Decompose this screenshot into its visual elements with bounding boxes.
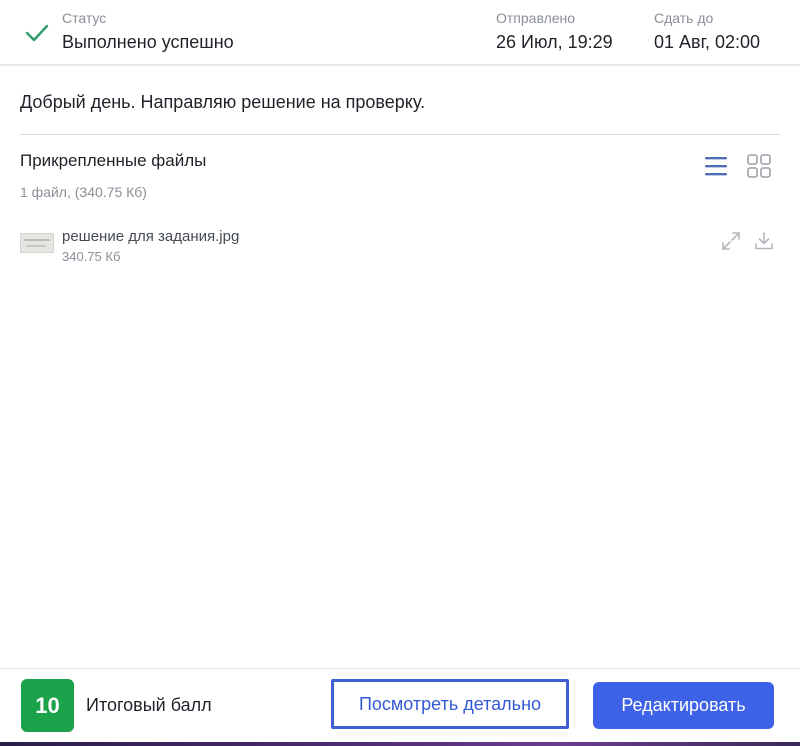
score-label: Итоговый балл [86,695,212,715]
status-block: Статус Выполнено успешно [62,9,234,55]
attachments-title: Прикрепленные файлы [20,151,207,170]
submission-header: Статус Выполнено успешно Отправлено 26 И… [0,0,800,66]
submission-message: Добрый день. Направляю решение на провер… [20,92,426,112]
list-view-icon[interactable] [703,153,729,179]
file-item[interactable]: решение для задания.jpg 340.75 Кб [20,224,780,268]
expand-icon[interactable] [720,230,742,252]
status-label: Статус [62,10,107,26]
due-label: Сдать до [654,10,714,26]
divider [20,134,780,135]
score-badge: 10 [21,679,74,732]
sent-block: Отправлено 26 Июл, 19:29 [496,9,613,55]
file-thumbnail[interactable] [20,233,54,253]
file-size: 340.75 Кб [62,249,121,264]
download-icon[interactable] [753,230,775,252]
sent-label: Отправлено [496,10,576,26]
grid-view-icon[interactable] [746,153,772,179]
due-block: Сдать до 01 Авг, 02:00 [654,9,760,55]
sent-value: 26 Июл, 19:29 [496,32,613,52]
attachments-summary: 1 файл, (340.75 Кб) [20,184,147,200]
check-icon [25,24,49,42]
view-details-button[interactable]: Посмотреть детально [331,679,569,729]
footer-bar: 10 Итоговый балл Посмотреть детально Ред… [0,668,800,742]
window-bottom-edge [0,742,800,746]
status-value: Выполнено успешно [62,32,234,52]
due-value: 01 Авг, 02:00 [654,32,761,52]
file-name[interactable]: решение для задания.jpg [62,227,239,247]
edit-button[interactable]: Редактировать [593,682,774,729]
